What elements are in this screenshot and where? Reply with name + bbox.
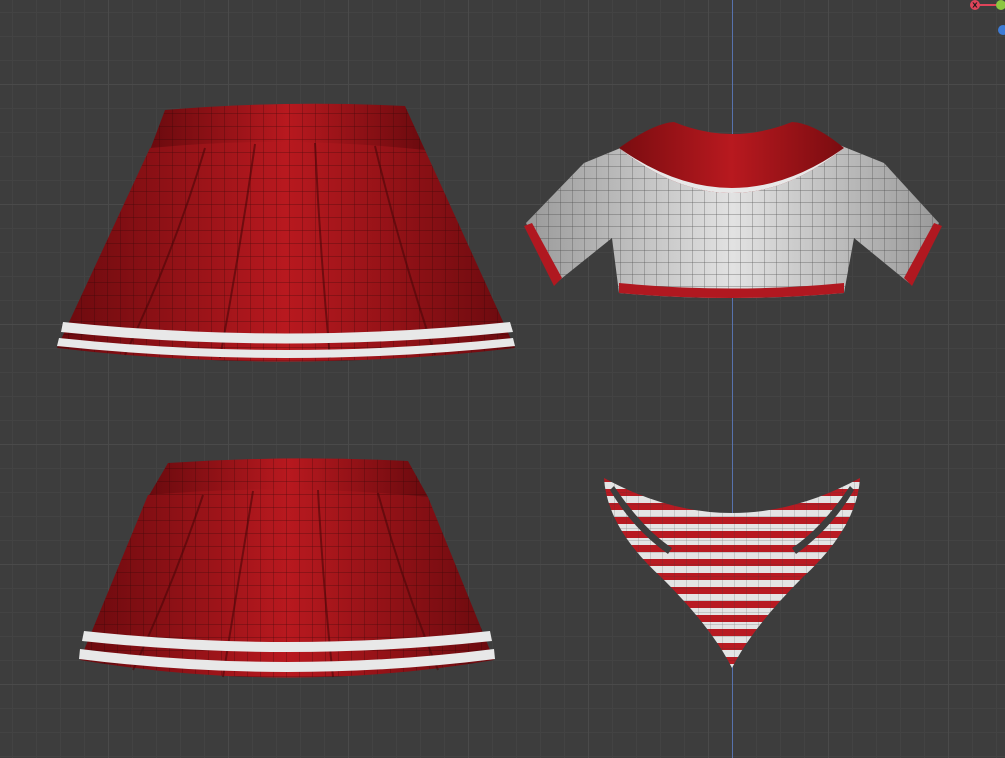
3d-viewport[interactable]: X <box>0 0 1005 758</box>
skirt-long-mesh[interactable] <box>55 100 520 370</box>
crop-top-mesh[interactable] <box>524 118 942 303</box>
navigation-gizmo[interactable]: X <box>965 0 1005 40</box>
gizmo-y-axis-handle[interactable] <box>996 0 1005 10</box>
gizmo-x-label: X <box>972 2 978 10</box>
bikini-bottom-mesh[interactable] <box>602 468 862 673</box>
skirt-short-mesh[interactable] <box>78 455 498 690</box>
gizmo-z-axis-handle[interactable] <box>998 25 1005 35</box>
